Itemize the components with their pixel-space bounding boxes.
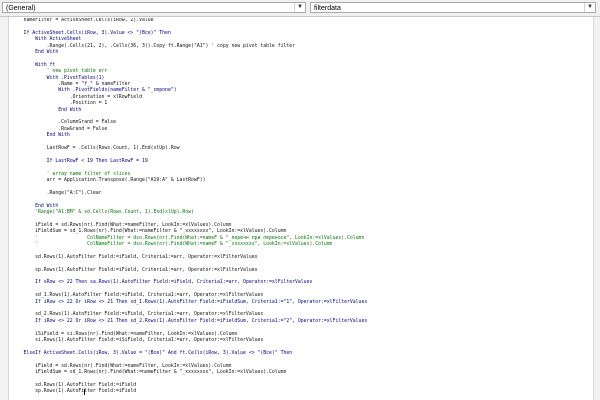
code-line[interactable]: iFieldSum = sd_1.Rows(nr).Find(What:=nam…: [12, 370, 286, 376]
code-line[interactable]: If iRow <> 22 Or iRow <> 21 Then sd_1.Ro…: [12, 300, 367, 306]
code-line[interactable]: LastRowF = .Cells(Rows.Count, 1).End(xlU…: [12, 146, 180, 152]
code-line[interactable]: iField = sd.Rows(nr).Find(What:=nameFilt…: [12, 223, 231, 229]
code-line[interactable]: If LastRowF < 19 Then LastRowF = 19: [12, 159, 148, 165]
code-line[interactable]: With ActiveSheet: [12, 37, 81, 43]
margin-indicator-bar[interactable]: [0, 17, 9, 400]
code-line[interactable]: If iRow <> 22 Or iRow <> 21 Then sd_2.Ro…: [12, 319, 367, 325]
code-line[interactable]: .Orientation = xlRowField: [12, 95, 142, 101]
code-line[interactable]: End With: [12, 108, 81, 114]
code-comment-line[interactable]: ' ColNameFilter = dso.Rows(nr).Find(What…: [12, 242, 332, 248]
code-line[interactable]: If ActiveSheet.Cells(iRow, 3).Value <> "…: [12, 31, 171, 37]
code-comment-line[interactable]: ' ColNameFilter = dso.Rows(nr).Find(What…: [12, 236, 364, 242]
code-line[interactable]: sp.Rows(1).AutoFilter Field:=iField, Cri…: [12, 268, 257, 274]
code-line[interactable]: With .PivotFields(nameFilter & "_cmpone"…: [12, 88, 176, 94]
code-comment-line[interactable]: ' new pivot table err: [12, 69, 108, 75]
code-line[interactable]: sp.Rows(1).AutoFilter Field:=iField: [12, 389, 136, 395]
text-cursor: [84, 389, 85, 396]
code-line[interactable]: .RowGrand = False: [12, 127, 107, 133]
vertical-scrollbar[interactable]: [593, 17, 600, 400]
code-line[interactable]: .Range(.Cells(21, 2), .Cells(36, 3)).Cop…: [12, 44, 295, 50]
procedure-toolbar: (General) ▼ filterdata ▼: [0, 0, 600, 17]
code-line[interactable]: .Range("A:C").Clear: [12, 191, 102, 197]
chevron-down-icon[interactable]: ▼: [584, 3, 595, 12]
code-line[interactable]: iFieldSum = sd_1.Rows(nr).Find(What:=nam…: [12, 229, 286, 235]
code-line[interactable]: arr = Application.Transpose(.Range("A19:…: [12, 178, 206, 184]
chevron-down-icon[interactable]: ▼: [294, 3, 305, 12]
code-line[interactable]: iSiField = si.Rows(nr).Find(What:=nameFi…: [12, 332, 237, 338]
code-line[interactable]: sd_2.Rows(1).AutoFilter Field:=iField, C…: [12, 312, 263, 318]
code-line[interactable]: nameFilter = ActiveSheet.Cells(iRow, 2).…: [12, 18, 154, 24]
code-comment-line[interactable]: ' array name filter of slices: [12, 172, 131, 178]
object-dropdown-value: (General): [6, 5, 36, 12]
code-editor[interactable]: nameFilter = ActiveSheet.Cells(iRow, 2).…: [12, 18, 590, 398]
code-line[interactable]: With ft: [12, 63, 55, 69]
code-line[interactable]: End With: [12, 133, 70, 139]
code-line[interactable]: If sRow <> 22 Then sa.Rows(1).AutoFilter…: [12, 280, 312, 286]
code-line[interactable]: sd.Rows(1).AutoFilter Field:=iField: [12, 383, 136, 389]
code-line[interactable]: .ColumnGrand = False: [12, 120, 116, 126]
object-dropdown[interactable]: (General) ▼: [2, 2, 306, 13]
procedure-dropdown[interactable]: filterdata ▼: [310, 2, 596, 13]
code-line[interactable]: sd.Rows(1).AutoFilter Field:=iField, Cri…: [12, 255, 257, 261]
code-line[interactable]: End With: [12, 50, 58, 56]
code-line[interactable]: ElseIf ActiveSheet.Cells(iRow, 3).Value …: [12, 351, 293, 357]
code-line[interactable]: .Position = 1: [12, 101, 108, 107]
procedure-dropdown-value: filterdata: [314, 5, 341, 12]
code-line[interactable]: sd_1.Rows(1).AutoFilter Field:=iField, C…: [12, 293, 263, 299]
code-line[interactable]: iField = sd.Rows(nr).Find(What:=nameFilt…: [12, 364, 231, 370]
code-comment-line[interactable]: 'Range("A1:BM" & sd.Cells(Rows.Count, 1)…: [12, 210, 194, 216]
code-line[interactable]: With .PivotTables(1): [12, 76, 105, 82]
code-line[interactable]: si.Rows(1).AutoFilter Field:=iSiField, C…: [12, 338, 263, 344]
code-line[interactable]: End With: [12, 204, 58, 210]
